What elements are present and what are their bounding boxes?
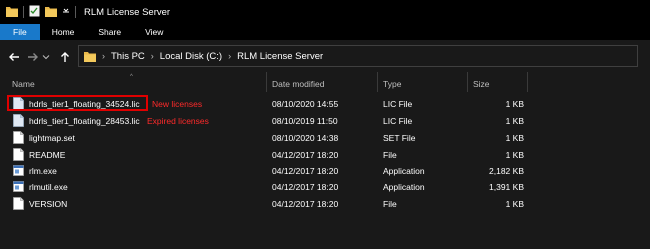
- column-divider[interactable]: [527, 72, 528, 92]
- breadcrumb-separator: ›: [150, 51, 154, 61]
- file-row[interactable]: README 04/12/2017 18:20 File 1 KB: [0, 147, 650, 163]
- column-divider[interactable]: [377, 72, 378, 92]
- document-icon: [13, 148, 24, 161]
- tab-view[interactable]: View: [133, 24, 175, 40]
- document-icon: [13, 131, 24, 144]
- ribbon-tabs: File Home Share View: [0, 24, 650, 40]
- column-header-size[interactable]: Size: [473, 79, 490, 89]
- file-row[interactable]: rlm.exe 04/12/2017 18:20 Application 2,1…: [0, 163, 650, 179]
- annotation-new-licenses: New licenses: [152, 99, 203, 109]
- file-row[interactable]: VERSION 04/12/2017 18:20 File 1 KB: [0, 196, 650, 212]
- file-size: 1 KB: [505, 116, 524, 126]
- file-type: SET File: [383, 133, 416, 143]
- file-date: 08/10/2020 14:55: [272, 99, 339, 109]
- tab-share[interactable]: Share: [86, 24, 133, 40]
- file-row[interactable]: lightmap.set 08/10/2020 14:38 SET File 1…: [0, 130, 650, 146]
- file-date: 04/12/2017 18:20: [272, 182, 339, 192]
- address-bar[interactable]: › This PC › Local Disk (C:) › RLM Licens…: [78, 45, 638, 67]
- application-icon: [13, 181, 24, 192]
- file-name: hdrls_tier1_floating_28453.lic: [29, 116, 140, 126]
- sort-ascending-icon: ^: [130, 74, 133, 80]
- column-header-date[interactable]: Date modified: [272, 79, 324, 89]
- file-size: 1 KB: [505, 99, 524, 109]
- file-date: 04/12/2017 18:20: [272, 166, 339, 176]
- arrow-left-icon: [9, 53, 19, 61]
- column-header-name[interactable]: Name: [12, 79, 35, 89]
- column-divider[interactable]: [266, 72, 267, 92]
- file-type: File: [383, 199, 397, 209]
- divider: [23, 6, 24, 18]
- folder-icon: [84, 51, 96, 62]
- file-type: LIC File: [383, 99, 413, 109]
- back-button[interactable]: [5, 48, 23, 66]
- annotation-expired-licenses: Expired licenses: [147, 116, 209, 126]
- breadcrumb-this-pc[interactable]: This PC: [111, 51, 145, 62]
- file-date: 04/12/2017 18:20: [272, 199, 339, 209]
- arrow-up-icon: [61, 52, 69, 62]
- arrow-right-icon: [28, 53, 38, 61]
- properties-icon[interactable]: [29, 5, 40, 19]
- new-folder-icon[interactable]: [45, 6, 57, 19]
- license-file-icon: [13, 114, 24, 127]
- file-type: Application: [383, 166, 425, 176]
- file-row[interactable]: rlmutil.exe 04/12/2017 18:20 Application…: [0, 179, 650, 195]
- column-header-type[interactable]: Type: [383, 79, 401, 89]
- column-headers: Name ^ Date modified Type Size: [0, 74, 650, 92]
- window-title: RLM License Server: [84, 6, 171, 18]
- tab-home[interactable]: Home: [40, 24, 87, 40]
- divider: [75, 6, 76, 18]
- file-date: 04/12/2017 18:20: [272, 150, 339, 160]
- file-size: 1 KB: [505, 133, 524, 143]
- title-bar: RLM License Server: [0, 0, 650, 24]
- breadcrumb-rlm-license-server[interactable]: RLM License Server: [237, 51, 323, 62]
- breadcrumb-separator: ›: [228, 51, 232, 61]
- file-type: File: [383, 150, 397, 160]
- chevron-down-icon: [42, 55, 50, 60]
- column-divider[interactable]: [467, 72, 468, 92]
- file-size: 1 KB: [505, 150, 524, 160]
- file-name: lightmap.set: [29, 133, 75, 143]
- file-row[interactable]: hdrls_tier1_floating_28453.lic 08/10/201…: [0, 113, 650, 129]
- up-button[interactable]: [56, 48, 74, 66]
- document-icon: [13, 197, 24, 210]
- file-date: 08/10/2020 14:38: [272, 133, 339, 143]
- file-size: 2,182 KB: [489, 166, 524, 176]
- quick-access-toolbar: [0, 5, 76, 19]
- file-date: 08/10/2019 11:50: [272, 116, 338, 126]
- file-name: rlm.exe: [29, 166, 57, 176]
- file-size: 1,391 KB: [489, 182, 524, 192]
- highlight-box: [7, 95, 148, 111]
- file-name: rlmutil.exe: [29, 182, 68, 192]
- file-name: README: [29, 150, 66, 160]
- file-size: 1 KB: [505, 199, 524, 209]
- file-type: LIC File: [383, 116, 413, 126]
- breadcrumb-local-disk[interactable]: Local Disk (C:): [160, 51, 222, 62]
- folder-icon: [6, 6, 18, 19]
- recent-locations-button[interactable]: [40, 48, 52, 66]
- chevron-down-icon[interactable]: [62, 7, 70, 17]
- file-type: Application: [383, 182, 425, 192]
- breadcrumb-separator: ›: [102, 51, 105, 61]
- file-name: VERSION: [29, 199, 68, 209]
- tab-file[interactable]: File: [0, 24, 40, 40]
- application-icon: [13, 165, 24, 176]
